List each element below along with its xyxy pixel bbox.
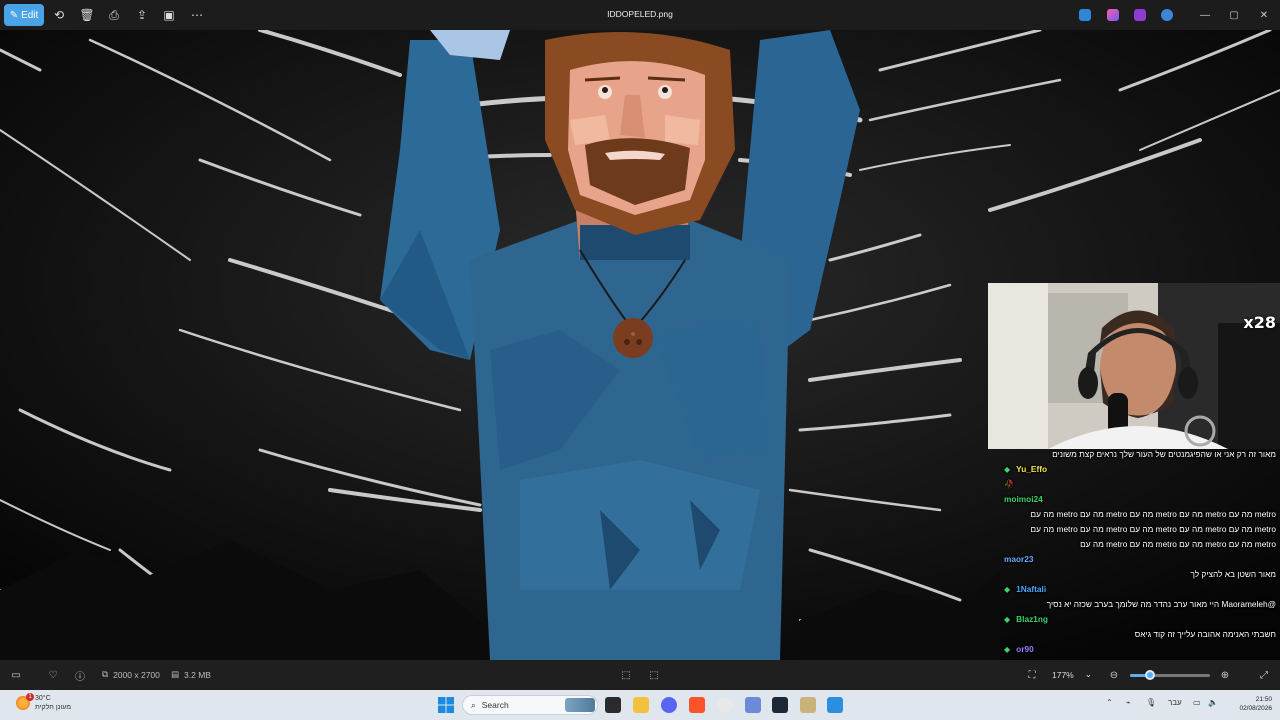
- app-icon-1[interactable]: [1079, 9, 1091, 21]
- chat-emote: 🥀: [1004, 479, 1015, 489]
- system-clock[interactable]: 21:50 02/08/2026: [1239, 695, 1272, 713]
- chrome-icon[interactable]: [717, 697, 733, 713]
- fit-to-window-icon[interactable]: ⛶: [1025, 668, 1039, 682]
- zoom-level-dropdown[interactable]: 177% ⌄: [1052, 669, 1092, 680]
- file-explorer-icon[interactable]: [633, 697, 649, 713]
- search-placeholder: Search: [481, 700, 509, 710]
- chat-username-text: Yu_Effo: [1016, 464, 1048, 474]
- chat-username-text: Blaz1ng: [1016, 614, 1048, 624]
- app-icon-misc[interactable]: [800, 697, 816, 713]
- chat-username-text: moimoi24: [1004, 494, 1043, 504]
- chat-message: מאור זה רק אני או שהפיגמנטים של העור שלך…: [1052, 449, 1276, 459]
- chat-badge-icon: ◆: [1004, 615, 1011, 624]
- display-icon[interactable]: ▭: [1193, 698, 1201, 707]
- fullscreen-icon[interactable]: ⤢: [1257, 668, 1271, 682]
- chat-message: metro מה עם metro מה עם metro מה עם metr…: [1030, 509, 1277, 519]
- close-icon[interactable]: ✕: [1255, 6, 1273, 24]
- app-icon-vs[interactable]: [745, 697, 761, 713]
- photos-icon[interactable]: [827, 697, 843, 713]
- search-icon: ⌕: [471, 699, 476, 710]
- chat-message: מאור השטן בא להציק לך: [1190, 569, 1277, 579]
- image-canvas[interactable]: x28 מאור זה רק אני או שהפיגמנטים של העור…: [0, 30, 1280, 660]
- file-size: ▤ 3.2 MB: [171, 669, 211, 680]
- zoom-slider[interactable]: [1130, 670, 1210, 680]
- weather-icon: 1: [16, 693, 34, 710]
- chat-username: maor23: [1000, 552, 1276, 567]
- edit-button[interactable]: ✎ Edit: [4, 4, 44, 26]
- webcam-overlay: x28: [988, 283, 1280, 449]
- filesize-icon: ▤: [171, 669, 180, 679]
- weather-badge: 1: [26, 693, 34, 701]
- zoom-slider-knob[interactable]: [1145, 670, 1155, 680]
- cam-badge: x28: [1243, 313, 1276, 332]
- image-dimensions: ⧉ 2000 x 2700: [102, 669, 160, 680]
- chat-username-text: maor23: [1004, 554, 1034, 564]
- clock-date: 02/08/2026: [1239, 705, 1272, 712]
- steam-icon[interactable]: [772, 697, 788, 713]
- brave-icon[interactable]: [689, 697, 705, 713]
- chat-overlay: מאור זה רק אני או שהפיגמנטים של העור שלך…: [1000, 447, 1276, 660]
- taskbar: 1 30°C מעונן חלקית ⌕ Search ⌃ ⌁ 🎙 עבר ▭ …: [0, 690, 1280, 720]
- chat-message: @Maorameleh היי מאור ערב נהדר מה שלומך ב…: [1046, 599, 1276, 609]
- favorite-icon[interactable]: ♡: [46, 668, 60, 682]
- chevron-down-icon: ⌄: [1084, 669, 1092, 679]
- network-off-icon[interactable]: ⌁: [1126, 698, 1131, 707]
- start-icon[interactable]: [438, 697, 454, 713]
- chat-message: חשבתי האנימה אהובה עלייך זה קוד גיאס: [1134, 629, 1276, 639]
- chat-message: metro מה עם metro מה עם metro מה עם metr…: [1030, 524, 1277, 534]
- mic-icon[interactable]: 🎙: [1146, 698, 1156, 707]
- zoom-out-icon[interactable]: ⊖: [1107, 668, 1121, 682]
- more-icon[interactable]: ⋯: [188, 6, 206, 24]
- volume-icon[interactable]: 🔈: [1208, 698, 1218, 707]
- app-icon-2[interactable]: [1107, 9, 1119, 21]
- chat-username: ◆ Yu_Effo: [1000, 462, 1276, 477]
- task-view-icon[interactable]: [605, 697, 621, 713]
- minimize-icon[interactable]: —: [1196, 6, 1214, 24]
- weather-widget[interactable]: 1 30°C מעונן חלקית: [16, 693, 72, 712]
- search-highlight-image: [565, 698, 595, 712]
- chat-username: ◆ or90: [1000, 642, 1276, 657]
- filesize-text: 3.2 MB: [184, 669, 211, 680]
- taskbar-search[interactable]: ⌕ Search: [462, 695, 598, 715]
- chat-badge-icon: ◆: [1004, 585, 1011, 594]
- dimensions-text: 2000 x 2700: [113, 669, 160, 680]
- chat-username: moimoi24: [1000, 492, 1276, 507]
- chat-username-text: 1Naftali: [1016, 584, 1047, 594]
- chat-badge-icon: ◆: [1004, 465, 1011, 474]
- slideshow-icon[interactable]: ▣: [160, 6, 178, 24]
- filmstrip-icon[interactable]: ▭: [9, 668, 23, 682]
- maximize-icon[interactable]: ▢: [1225, 6, 1243, 24]
- edit-icon: ✎: [9, 9, 19, 21]
- viewer-status-bar: ▭ ♡ ⓘ ⧉ 2000 x 2700 ▤ 3.2 MB ⬚ ⬚ ⛶ 177% …: [0, 660, 1280, 690]
- print-icon[interactable]: ⎙: [105, 6, 123, 24]
- weather-desc: מעונן חלקית: [35, 704, 72, 711]
- chat-username-text: or90: [1016, 644, 1034, 654]
- discord-icon[interactable]: [661, 697, 677, 713]
- chat-badge-icon: ◆: [1004, 645, 1011, 654]
- streamer-webcam: [988, 283, 1280, 449]
- chat-message: metro מה עם metro מה עם metro מה עם metr…: [1080, 539, 1276, 549]
- clock-time: 21:50: [1255, 696, 1272, 703]
- zoom-in-icon[interactable]: ⊕: [1218, 668, 1232, 682]
- dimensions-icon: ⧉: [102, 669, 109, 679]
- app-icon-3[interactable]: [1134, 9, 1146, 21]
- delete-icon[interactable]: 🗑: [78, 6, 96, 24]
- enhance-icon[interactable]: ⬚: [619, 668, 633, 682]
- app-icon-4[interactable]: [1161, 9, 1173, 21]
- weather-temp: 30°C: [35, 695, 51, 702]
- edit-button-label: Edit: [21, 9, 39, 21]
- share-icon[interactable]: ⇪: [133, 6, 151, 24]
- zoom-level-text: 177%: [1052, 669, 1074, 680]
- tray-overflow-icon[interactable]: ⌃: [1106, 698, 1113, 707]
- language-indicator[interactable]: עבר: [1168, 698, 1182, 707]
- rotate-icon[interactable]: ⟲: [50, 6, 68, 24]
- chat-username: ◆ Blaz1ng: [1000, 612, 1276, 627]
- crop-icon[interactable]: ⬚: [647, 668, 661, 682]
- title-bar: ✎ Edit ⟲ 🗑 ⎙ ⇪ ▣ ⋯ IDDOPELED.png — ▢ ✕: [0, 0, 1280, 30]
- chat-username: ◆ 1Naftali: [1000, 582, 1276, 597]
- info-icon[interactable]: ⓘ: [73, 668, 87, 683]
